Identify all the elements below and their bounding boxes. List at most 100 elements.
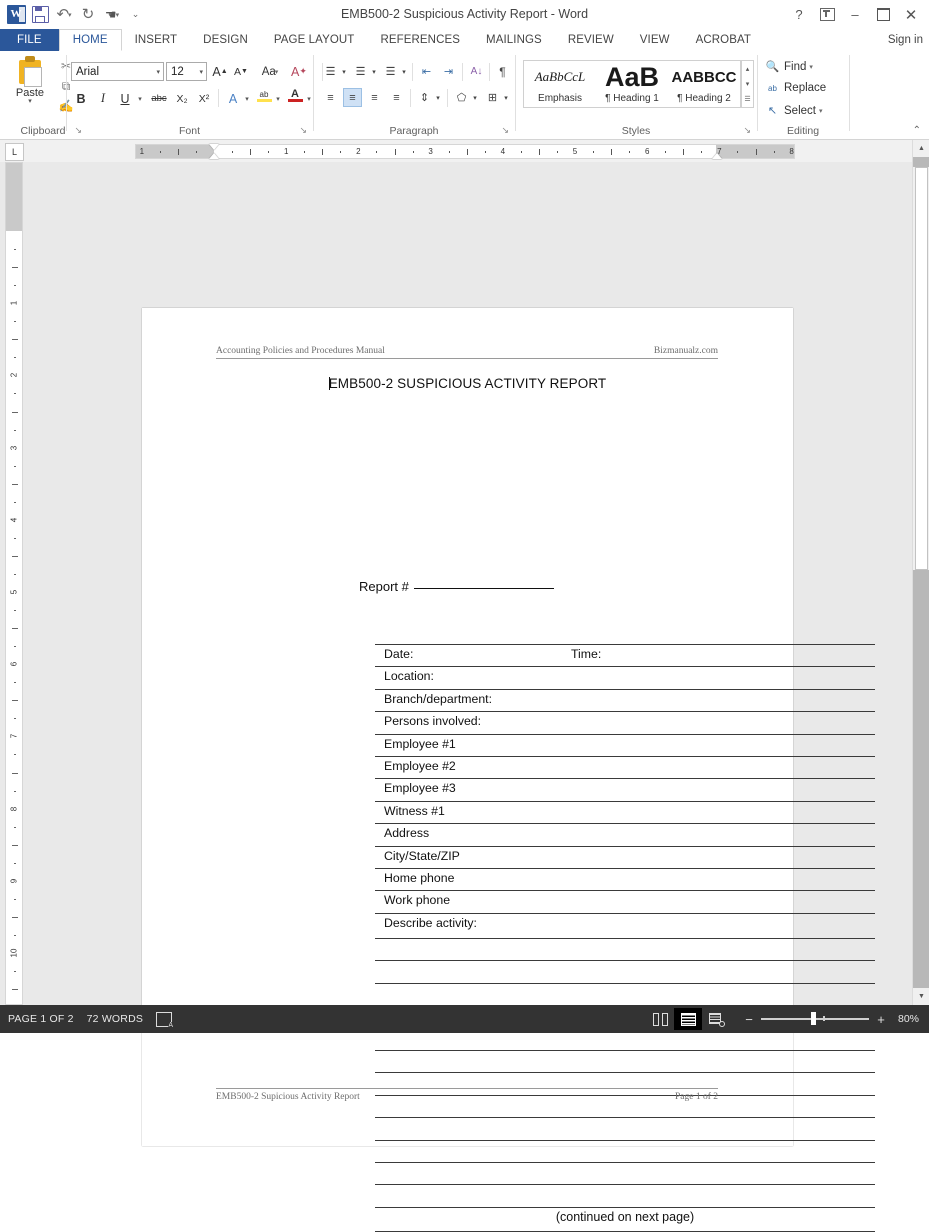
paste-caret-icon[interactable]: ▾ bbox=[8, 97, 52, 105]
italic-icon[interactable]: I bbox=[94, 88, 112, 109]
decrease-indent-icon[interactable]: ⇤ bbox=[417, 62, 436, 81]
blank-line[interactable] bbox=[375, 1139, 875, 1162]
numbering-icon[interactable]: ☰ bbox=[351, 62, 370, 81]
strikethrough-icon[interactable]: abc bbox=[148, 88, 170, 109]
minimize-icon[interactable]: – bbox=[841, 2, 869, 28]
blank-writing-lines[interactable]: (continued on next page) bbox=[375, 938, 875, 1232]
replace-button[interactable]: ab Replace bbox=[765, 82, 826, 94]
select-button[interactable]: ↖ Select ▾ bbox=[765, 104, 823, 118]
tab-home[interactable]: HOME bbox=[58, 29, 122, 51]
maximize-icon[interactable] bbox=[869, 2, 897, 28]
zoom-level[interactable]: 80% bbox=[893, 1013, 919, 1025]
horizontal-ruler[interactable]: 112345678 bbox=[135, 144, 795, 159]
zoom-out-button[interactable]: − bbox=[744, 1013, 754, 1026]
report-number-blank[interactable] bbox=[413, 588, 554, 589]
font-dialog-launcher[interactable]: ↘ bbox=[299, 125, 307, 136]
shading-icon[interactable]: ⬠ bbox=[452, 88, 471, 107]
paragraph-dialog-launcher[interactable]: ↘ bbox=[501, 125, 509, 136]
line-spacing-caret-icon[interactable]: ▾ bbox=[433, 88, 443, 107]
form-row[interactable]: Work phone bbox=[375, 890, 875, 912]
blank-line[interactable] bbox=[375, 1161, 875, 1184]
form-row[interactable]: Date: Time: bbox=[375, 644, 875, 666]
tab-references[interactable]: REFERENCES bbox=[367, 29, 473, 51]
sort-icon[interactable]: A↓ bbox=[467, 62, 486, 81]
tab-design[interactable]: DESIGN bbox=[190, 29, 261, 51]
form-row[interactable]: Employee #2 bbox=[375, 755, 875, 778]
tab-review[interactable]: REVIEW bbox=[555, 29, 627, 51]
read-mode-icon[interactable] bbox=[646, 1008, 674, 1030]
form-row[interactable]: Describe activity: bbox=[375, 912, 875, 935]
close-icon[interactable]: ✕ bbox=[897, 2, 925, 28]
scrollbar-thumb[interactable] bbox=[915, 167, 928, 570]
word-count[interactable]: 72 WORDS bbox=[87, 1013, 143, 1025]
blank-line[interactable] bbox=[375, 982, 875, 1005]
blank-line[interactable] bbox=[375, 960, 875, 982]
collapse-ribbon-icon[interactable]: ⌃ bbox=[913, 125, 921, 136]
align-left-icon[interactable]: ≡ bbox=[321, 88, 340, 107]
zoom-slider-thumb[interactable] bbox=[811, 1012, 816, 1026]
paste-button[interactable]: Paste ▾ bbox=[8, 56, 52, 105]
multilevel-list-icon[interactable]: ☰ bbox=[381, 62, 400, 81]
print-layout-icon[interactable] bbox=[674, 1008, 702, 1030]
blank-line[interactable] bbox=[375, 1049, 875, 1072]
styles-more-icon[interactable]: ☰ bbox=[742, 91, 753, 106]
multilevel-caret-icon[interactable]: ▾ bbox=[399, 62, 409, 81]
select-caret-icon[interactable]: ▾ bbox=[819, 107, 823, 115]
bullets-icon[interactable]: ☰ bbox=[321, 62, 340, 81]
blank-line[interactable] bbox=[375, 1184, 875, 1206]
suspicious-activity-form-table[interactable]: Date: Time: Location: Branch/department: Per… bbox=[375, 644, 875, 935]
tab-acrobat[interactable]: ACROBAT bbox=[683, 29, 764, 51]
form-row[interactable]: Location: bbox=[375, 666, 875, 688]
vertical-ruler[interactable]: 1 2 3 4 5 6 7 8 9 10 bbox=[5, 162, 23, 1005]
line-spacing-icon[interactable]: ⇕ bbox=[415, 88, 434, 107]
style-item-emphasis[interactable]: AaBbCcL Emphasis bbox=[524, 61, 596, 107]
zoom-in-button[interactable]: + bbox=[876, 1013, 886, 1026]
shading-caret-icon[interactable]: ▾ bbox=[470, 88, 480, 107]
superscript-icon[interactable]: X² bbox=[194, 88, 214, 109]
help-icon[interactable]: ? bbox=[785, 2, 813, 28]
underline-caret-icon[interactable]: ▾ bbox=[135, 88, 145, 109]
form-row[interactable]: Address bbox=[375, 823, 875, 845]
align-right-icon[interactable]: ≡ bbox=[365, 88, 384, 107]
right-indent-marker[interactable] bbox=[712, 153, 722, 159]
font-color-icon[interactable]: A bbox=[285, 85, 305, 106]
align-center-icon[interactable]: ≡ bbox=[343, 88, 362, 107]
form-row[interactable]: Home phone bbox=[375, 867, 875, 890]
bullets-caret-icon[interactable]: ▾ bbox=[339, 62, 349, 81]
proofing-errors-icon[interactable] bbox=[156, 1011, 174, 1029]
hanging-indent-marker[interactable] bbox=[209, 153, 219, 159]
form-row[interactable]: Persons involved: bbox=[375, 711, 875, 733]
font-size-combo[interactable]: 12 ▾ bbox=[166, 62, 207, 81]
styles-scroll-up-icon[interactable]: ▴ bbox=[742, 61, 753, 76]
tab-page-layout[interactable]: PAGE LAYOUT bbox=[261, 29, 368, 51]
tab-file[interactable]: FILE bbox=[0, 29, 59, 51]
scroll-up-icon[interactable]: ▲ bbox=[913, 140, 929, 157]
borders-icon[interactable]: ⊞ bbox=[483, 88, 502, 107]
first-line-indent-marker[interactable] bbox=[209, 144, 219, 150]
form-row[interactable]: Employee #1 bbox=[375, 733, 875, 756]
blank-line[interactable] bbox=[375, 938, 875, 960]
show-formatting-marks-icon[interactable]: ¶ bbox=[493, 62, 512, 81]
clear-formatting-icon[interactable]: A ✦ bbox=[288, 61, 310, 82]
ribbon-display-options-icon[interactable] bbox=[813, 2, 841, 28]
font-name-combo[interactable]: Arial ▾ bbox=[71, 62, 164, 81]
blank-line[interactable] bbox=[375, 1117, 875, 1139]
style-item-heading-1[interactable]: AaB ¶ Heading 1 bbox=[596, 61, 668, 107]
sign-in-link[interactable]: Sign in bbox=[888, 29, 923, 51]
text-effects-caret-icon[interactable]: ▾ bbox=[242, 88, 252, 109]
find-button[interactable]: 🔍 Find ▾ bbox=[765, 60, 813, 74]
form-row[interactable]: Witness #1 bbox=[375, 800, 875, 823]
styles-scroll[interactable]: ▴ ▾ ☰ bbox=[741, 60, 754, 108]
bold-icon[interactable]: B bbox=[72, 88, 90, 109]
grow-font-icon[interactable]: A ▲ bbox=[210, 61, 230, 82]
styles-dialog-launcher[interactable]: ↘ bbox=[743, 125, 751, 136]
text-highlight-icon[interactable]: ab bbox=[254, 85, 274, 106]
tab-view[interactable]: VIEW bbox=[627, 29, 683, 51]
shrink-font-icon[interactable]: A ▼ bbox=[231, 61, 251, 82]
style-item-heading-2[interactable]: AABBCC ¶ Heading 2 bbox=[668, 61, 740, 107]
form-row[interactable]: City/State/ZIP bbox=[375, 845, 875, 868]
underline-icon[interactable]: U bbox=[116, 88, 134, 109]
zoom-slider[interactable] bbox=[761, 1012, 869, 1026]
change-case-icon[interactable]: Aa ▾ bbox=[256, 61, 284, 82]
web-layout-icon[interactable] bbox=[702, 1008, 730, 1030]
